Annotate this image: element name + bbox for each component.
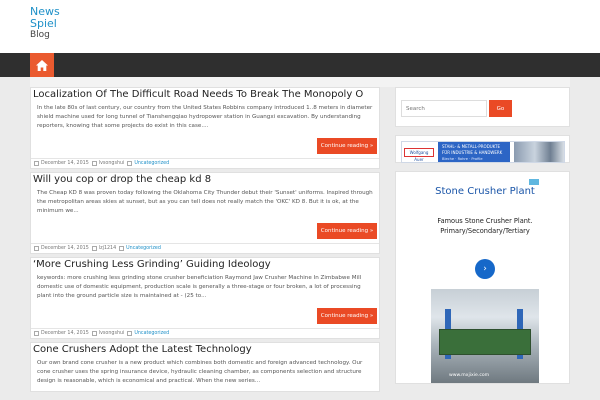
post-meta: December 14, 2015 lzj1214 Uncategorized <box>31 243 379 253</box>
ad-title[interactable]: Stone Crusher Plant <box>431 185 539 199</box>
calendar-icon <box>34 246 39 251</box>
folder-icon <box>119 246 125 251</box>
sidebar: Go Wolfgang Auer STAHL- & METALL-PRODUKT… <box>395 87 570 392</box>
continue-reading-button[interactable]: Continue reading » <box>317 138 377 154</box>
post-date-text: December 14, 2015 <box>41 245 89 251</box>
post-list: Localization Of The Difficult Road Needs… <box>30 87 380 395</box>
home-icon <box>36 59 48 71</box>
post-category-link[interactable]: Uncategorized <box>134 329 169 339</box>
site-title[interactable]: News Spiel <box>30 6 60 30</box>
post-author[interactable]: lvsongshui <box>91 329 125 339</box>
chevron-right-icon[interactable]: › <box>475 259 495 279</box>
post-date: December 14, 2015 <box>34 159 89 169</box>
main-navigation <box>0 53 600 77</box>
continue-reading-button[interactable]: Continue reading » <box>317 223 377 239</box>
ad-unit[interactable]: Stone Crusher Plant Famous Stone Crusher… <box>431 179 539 383</box>
post-title[interactable]: Cone Crushers Adopt the Latest Technolog… <box>31 343 379 357</box>
post-category[interactable]: Uncategorized <box>127 329 169 339</box>
search-input[interactable] <box>401 100 487 117</box>
ad-image-watermark: www.mxjixie.com <box>449 373 490 378</box>
post-author-text[interactable]: lvsongshui <box>99 159 125 169</box>
folder-icon <box>127 331 133 336</box>
banner-logo: Wolfgang Auer <box>404 148 434 162</box>
post-actions: Continue reading » <box>31 306 379 328</box>
continue-reading-button[interactable]: Continue reading » <box>317 308 377 324</box>
calendar-icon <box>34 331 39 336</box>
post-date: December 14, 2015 <box>34 329 89 339</box>
calendar-icon <box>34 161 39 166</box>
post-date-text: December 14, 2015 <box>41 330 89 336</box>
post-card: Cone Crushers Adopt the Latest Technolog… <box>30 342 380 392</box>
post-meta: December 14, 2015 lvsongshui Uncategoriz… <box>31 328 379 338</box>
ad-image-machine <box>439 329 531 355</box>
post-category[interactable]: Uncategorized <box>119 244 161 254</box>
post-author-text[interactable]: lzj1214 <box>99 244 116 254</box>
banner-photo <box>514 142 564 162</box>
post-date-text: December 14, 2015 <box>41 160 89 166</box>
site-tagline: Blog <box>30 30 50 40</box>
post-excerpt: In the late 80s of last century, our cou… <box>37 105 373 130</box>
post-title[interactable]: ‘More Crushing Less Grinding’ Guiding Id… <box>31 258 379 272</box>
post-excerpt: keywords: more crushing less grinding st… <box>37 275 362 300</box>
site-title-line2[interactable]: Spiel <box>30 18 60 30</box>
nav-divider <box>30 77 570 87</box>
post-card: Localization Of The Difficult Road Needs… <box>30 87 380 169</box>
post-excerpt: Our own brand cone crusher is a new prod… <box>37 360 363 385</box>
post-category-link[interactable]: Uncategorized <box>126 244 161 254</box>
user-icon <box>91 246 97 251</box>
post-excerpt: The Cheap KD 8 was proven today followin… <box>37 190 373 215</box>
post-category-link[interactable]: Uncategorized <box>134 159 169 169</box>
post-date: December 14, 2015 <box>34 244 89 254</box>
site-header: News Spiel Blog <box>0 0 600 53</box>
post-title[interactable]: Will you cop or drop the cheap kd 8 <box>31 173 379 187</box>
banner-line3: Bleche · Rohre · Profile <box>442 157 483 161</box>
banner-line2: FÜR INDUSTRIE & HANDWERK <box>442 150 503 155</box>
folder-icon <box>127 161 133 166</box>
post-actions: Continue reading » <box>31 221 379 243</box>
banner-ad[interactable]: Wolfgang Auer STAHL- & METALL-PRODUKTE F… <box>401 141 565 163</box>
ad-image[interactable]: www.mxjixie.com <box>431 289 539 383</box>
ad-widget: Stone Crusher Plant Famous Stone Crusher… <box>395 171 570 384</box>
banner-widget: Wolfgang Auer STAHL- & METALL-PRODUKTE F… <box>395 135 570 163</box>
user-icon <box>91 331 97 336</box>
ad-text: Famous Stone Crusher Plant. Primary/Seco… <box>437 217 533 235</box>
post-card: ‘More Crushing Less Grinding’ Guiding Id… <box>30 257 380 339</box>
post-author-text[interactable]: lvsongshui <box>99 329 125 339</box>
post-author[interactable]: lzj1214 <box>91 244 116 254</box>
post-actions: Continue reading » <box>31 136 379 158</box>
search-widget: Go <box>395 87 570 127</box>
post-card: Will you cop or drop the cheap kd 8 The … <box>30 172 380 254</box>
post-author[interactable]: lvsongshui <box>91 159 125 169</box>
search-button[interactable]: Go <box>489 100 512 117</box>
user-icon <box>91 161 97 166</box>
post-category[interactable]: Uncategorized <box>127 159 169 169</box>
banner-line1: STAHL- & METALL-PRODUKTE <box>442 144 500 149</box>
post-title[interactable]: Localization Of The Difficult Road Needs… <box>31 88 379 102</box>
home-button[interactable] <box>30 53 54 77</box>
post-meta: December 14, 2015 lvsongshui Uncategoriz… <box>31 158 379 168</box>
